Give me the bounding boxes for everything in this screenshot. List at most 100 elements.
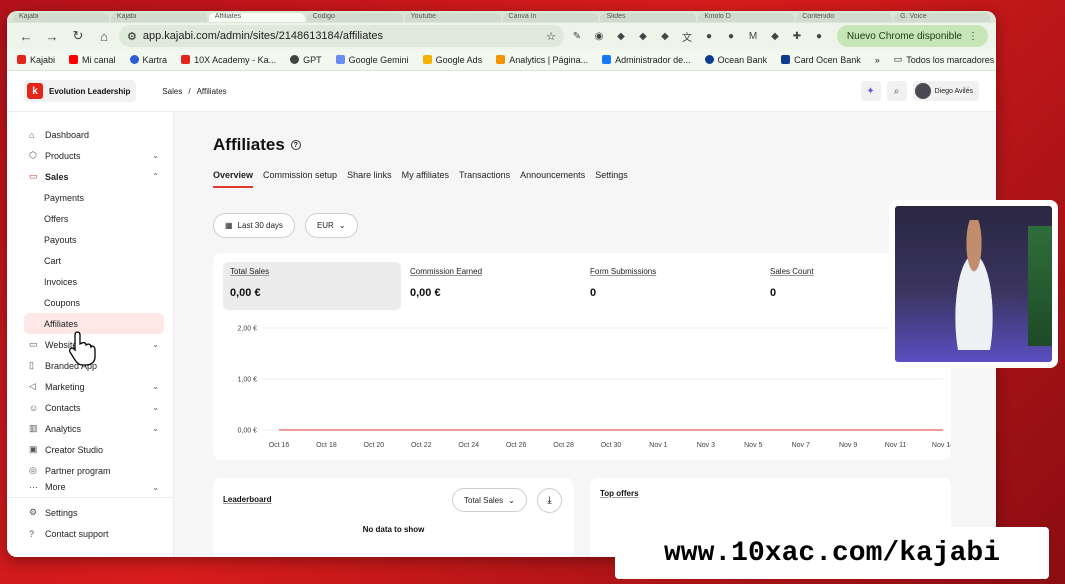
extension-icon[interactable]: M <box>744 27 762 45</box>
date-range-button[interactable]: ▦ Last 30 days <box>213 213 295 238</box>
extension-icon[interactable]: ◆ <box>766 27 784 45</box>
download-icon[interactable]: ⤓ <box>537 488 562 513</box>
sidebar-item-settings[interactable]: ⚙ Settings <box>7 502 173 523</box>
sidebar-item-contacts[interactable]: ☺ Contacts ⌄ <box>7 397 173 418</box>
browser-tab[interactable]: Youtube <box>404 13 501 22</box>
x-tick-label: Oct 26 <box>506 442 527 449</box>
bookmark-item[interactable]: Kartra <box>129 55 167 65</box>
tab-overview[interactable]: Overview <box>213 170 254 188</box>
sidebar-item-payments[interactable]: Payments <box>7 187 173 208</box>
browser-tab[interactable]: Slides <box>600 13 697 22</box>
top-offers-title: Top offers <box>600 489 639 498</box>
extension-icon[interactable]: ● <box>700 27 718 45</box>
sidebar-item-creator-studio[interactable]: ▣ Creator Studio <box>7 439 173 460</box>
user-menu[interactable]: Diego Avilés <box>912 81 979 101</box>
chevron-down-icon: ⌄ <box>152 382 159 391</box>
sidebar-item-cart[interactable]: Cart <box>7 250 173 271</box>
bookmark-item[interactable]: Analytics | Página... <box>496 55 588 65</box>
bookmark-item[interactable]: GPT <box>290 55 322 65</box>
breadcrumb-current: Affiliates <box>196 86 227 96</box>
eyedropper-icon[interactable]: ✎ <box>568 27 586 45</box>
sidebar-item-contact-support[interactable]: ? Contact support <box>7 523 173 544</box>
hand-cursor-icon <box>68 331 96 366</box>
bookmark-item[interactable]: Kajabi <box>17 55 55 65</box>
extension-icon[interactable]: ◆ <box>612 27 630 45</box>
sidebar-item-more[interactable]: ⋯ More ⌄ <box>7 481 173 493</box>
y-tick-label: 2,00 € <box>238 326 258 333</box>
tab-transactions[interactable]: Transactions <box>459 170 510 188</box>
camera-icon[interactable]: ◉ <box>590 27 608 45</box>
browser-tab[interactable]: Codigo <box>306 13 403 22</box>
tab-settings[interactable]: Settings <box>595 170 628 188</box>
sidebar-item-products[interactable]: ⬡ Products ⌄ <box>7 145 173 166</box>
browser-tab[interactable]: Kajabi <box>13 13 109 22</box>
all-bookmarks[interactable]: ▭ Todos los marcadores <box>894 54 995 65</box>
browser-tab[interactable]: Canva In <box>502 13 599 22</box>
chevron-down-icon: ⌄ <box>152 482 159 492</box>
filters: ▦ Last 30 days EUR ⌄ <box>213 213 358 238</box>
tab-announcements[interactable]: Announcements <box>520 170 585 188</box>
tab-commission-setup[interactable]: Commission setup <box>263 170 337 188</box>
chevron-down-icon: ⌄ <box>338 221 346 230</box>
y-tick-label: 0,00 € <box>238 428 258 435</box>
brand-switcher[interactable]: k Evolution Leadership <box>24 80 137 102</box>
sidebar-item-marketing[interactable]: ◁ Marketing ⌄ <box>7 376 173 397</box>
kajabi-logo: k <box>27 83 43 99</box>
chart-icon: ▥ <box>29 423 38 433</box>
search-icon[interactable]: ⌕ <box>886 81 907 101</box>
bookmark-item[interactable]: Card Ocen Bank <box>781 55 861 65</box>
puzzle-icon[interactable]: ✚ <box>788 27 806 45</box>
bookmark-item[interactable]: Ocean Bank <box>704 55 767 65</box>
forward-icon[interactable]: → <box>41 25 63 47</box>
x-tick-label: Nov 7 <box>792 442 810 449</box>
bookmark-item[interactable]: 10X Academy - Ka... <box>181 55 276 65</box>
contacts-icon: ☺ <box>29 402 39 413</box>
site-info-icon[interactable]: ⚙ <box>127 30 137 43</box>
browser-tab-active[interactable]: Affiliates <box>208 13 305 22</box>
extension-icon[interactable]: ◆ <box>656 27 674 45</box>
sales-icon: ▭ <box>29 171 38 181</box>
bookmark-item[interactable]: Google Gemini <box>335 55 409 65</box>
sidebar-item-invoices[interactable]: Invoices <box>7 271 173 292</box>
currency-select[interactable]: EUR ⌄ <box>304 213 358 238</box>
browser-tab[interactable]: G. Voice <box>894 13 991 22</box>
reload-icon[interactable]: ↻ <box>67 25 89 47</box>
leaderboard-sort-select[interactable]: Total Sales ⌄ <box>452 488 527 512</box>
extension-icon[interactable]: ◆ <box>634 27 652 45</box>
tab-my-affiliates[interactable]: My affiliates <box>402 170 449 188</box>
bookmark-item[interactable]: Mi canal <box>69 55 116 65</box>
translate-icon[interactable]: 文 <box>678 27 696 45</box>
avatar <box>914 83 931 99</box>
help-icon[interactable]: ? <box>290 140 301 150</box>
bookmark-item[interactable]: Administrador de... <box>602 55 691 65</box>
sidebar-item-partner-program[interactable]: ◎ Partner program <box>7 460 173 481</box>
chrome-update-button[interactable]: Nuevo Chrome disponible ⋮ <box>836 25 988 47</box>
sidebar-item-offers[interactable]: Offers <box>7 208 173 229</box>
profile-avatar-icon[interactable]: ● <box>810 27 828 45</box>
bookmark-star-icon[interactable]: ☆ <box>546 30 556 43</box>
stat-form-submissions[interactable]: Form Submissions 0 <box>583 262 761 310</box>
address-bar[interactable]: ⚙ app.kajabi.com/admin/sites/2148613184/… <box>119 25 564 47</box>
browser-tab[interactable]: Kajabi <box>110 13 207 22</box>
home-icon: ⌂ <box>29 129 35 140</box>
ai-assistant-icon[interactable]: ✦ <box>860 81 881 101</box>
sidebar-item-payouts[interactable]: Payouts <box>7 229 173 250</box>
tab-share-links[interactable]: Share links <box>347 170 392 188</box>
browser-tab[interactable]: Kinolo D <box>698 13 795 22</box>
bookmark-item[interactable]: Google Ads <box>422 55 482 65</box>
sidebar-item-sales[interactable]: ▭ Sales ⌃ <box>7 166 173 187</box>
home-icon[interactable]: ⌂ <box>93 25 115 47</box>
stat-commission-earned[interactable]: Commission Earned 0,00 € <box>403 262 581 310</box>
extension-icon[interactable]: ● <box>722 27 740 45</box>
sidebar-item-analytics[interactable]: ▥ Analytics ⌄ <box>7 418 173 439</box>
browser-tab[interactable]: Contenido <box>796 13 893 22</box>
user-name: Diego Avilés <box>934 87 973 95</box>
back-icon[interactable]: ← <box>15 25 37 47</box>
bookmarks-overflow-icon[interactable]: » <box>875 55 880 65</box>
x-tick-label: Oct 24 <box>458 442 479 449</box>
stat-total-sales[interactable]: Total Sales 0,00 € <box>223 262 401 310</box>
presenter-video <box>889 200 1058 368</box>
sidebar-item-coupons[interactable]: Coupons <box>7 292 173 313</box>
breadcrumb-parent[interactable]: Sales <box>162 87 182 96</box>
sidebar-item-dashboard[interactable]: ⌂ Dashboard <box>7 124 173 145</box>
